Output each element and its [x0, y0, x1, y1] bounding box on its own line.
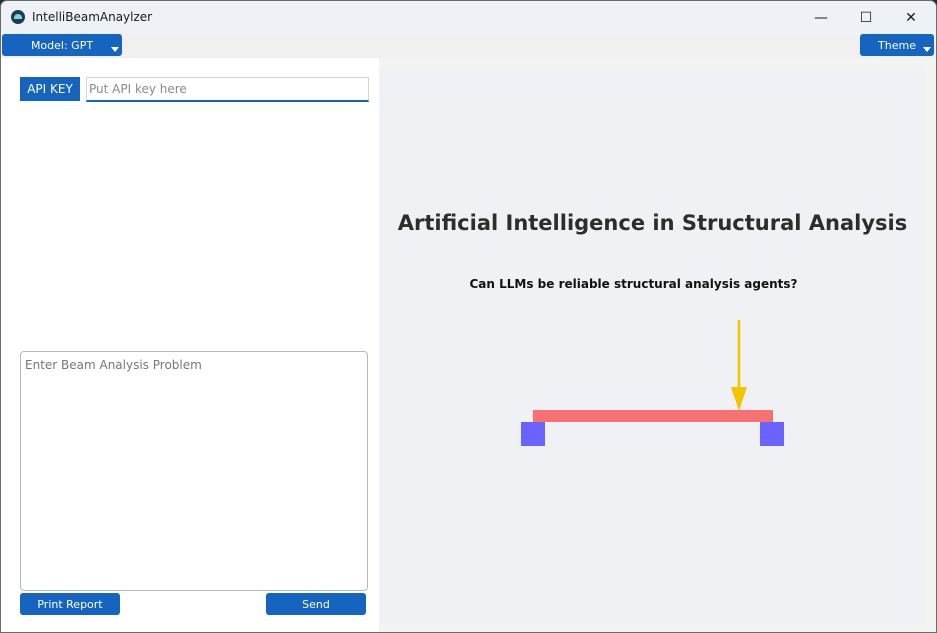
menu-bar: Model: GPT Theme [1, 34, 936, 58]
beam-diagram [521, 320, 784, 446]
app-logo-icon [11, 10, 25, 24]
print-report-button[interactable]: Print Report [20, 593, 120, 615]
load-arrow-head [731, 387, 747, 411]
model-dropdown-label: Model: GPT [30, 38, 94, 52]
theme-dropdown[interactable]: Theme [860, 34, 934, 56]
left-panel: API KEY Print Report Send [1, 58, 379, 632]
app-window: IntelliBeamAnaylzer — ☐ ✕ Model: GPT The… [0, 0, 937, 633]
welcome-panel: Artificial Intelligence in Structural An… [380, 67, 925, 624]
maximize-button[interactable]: ☐ [843, 1, 889, 34]
right-support [760, 422, 784, 446]
model-dropdown[interactable]: Model: GPT [2, 34, 122, 56]
close-button[interactable]: ✕ [888, 1, 934, 34]
send-button[interactable]: Send [266, 593, 366, 615]
title-bar: IntelliBeamAnaylzer — ☐ ✕ [1, 1, 936, 34]
minimize-button[interactable]: — [798, 1, 844, 34]
beam [533, 410, 773, 422]
caret-down-icon [111, 47, 119, 52]
left-support [521, 422, 545, 446]
api-key-label: API KEY [20, 77, 80, 101]
theme-dropdown-label: Theme [878, 38, 916, 52]
problem-input[interactable] [20, 351, 368, 591]
api-key-input[interactable] [86, 77, 369, 102]
caret-down-icon [923, 47, 931, 52]
window-title: IntelliBeamAnaylzer [32, 10, 153, 24]
